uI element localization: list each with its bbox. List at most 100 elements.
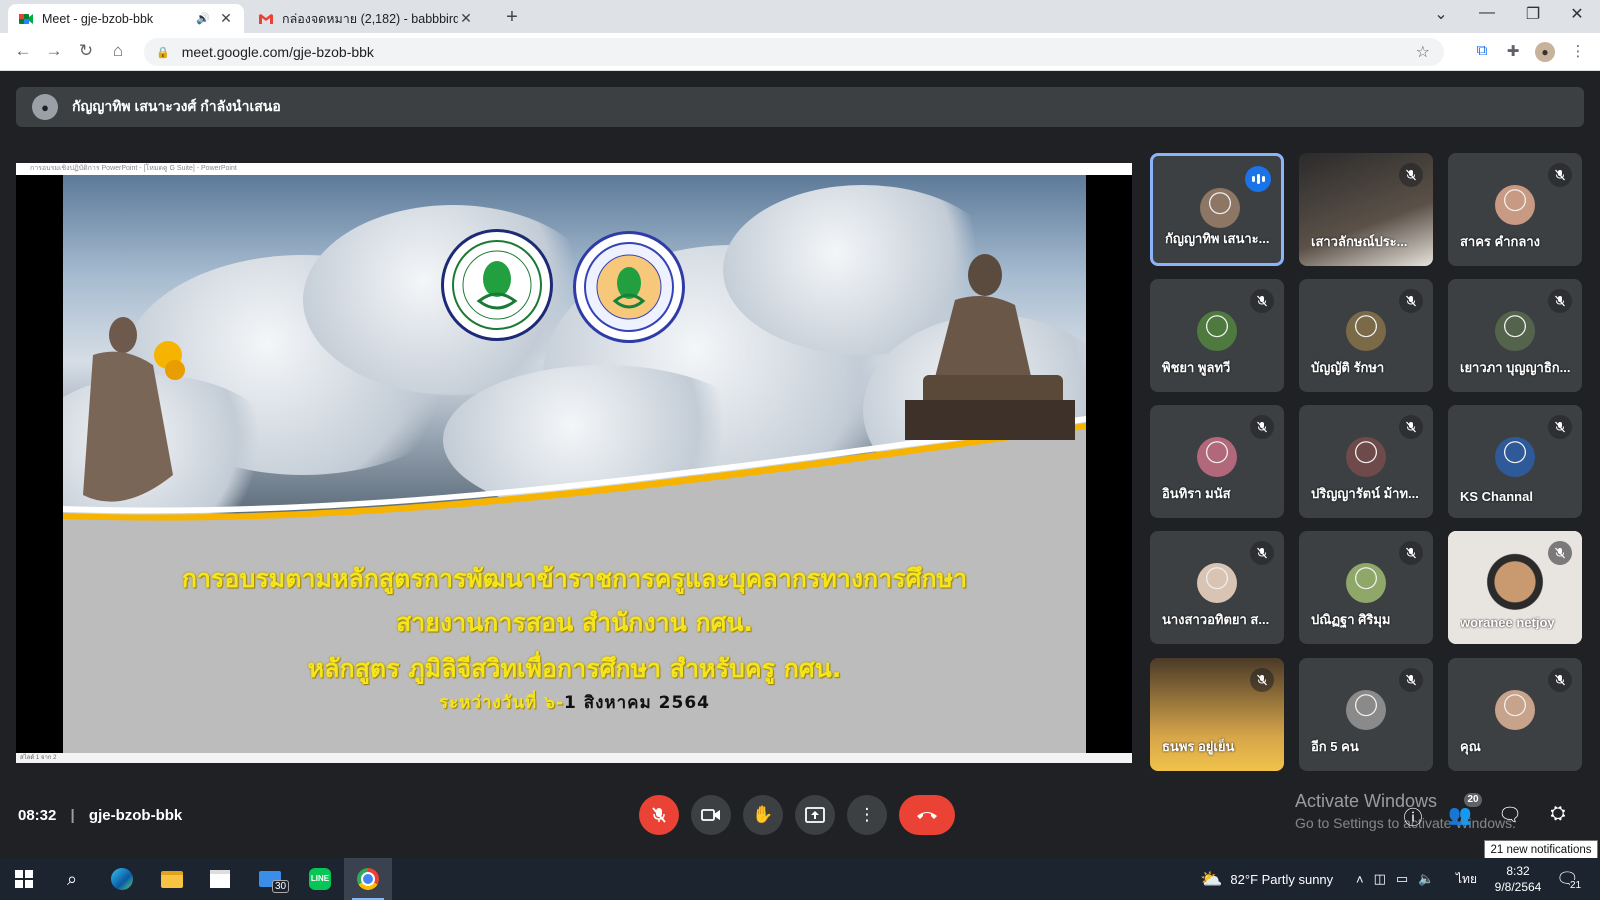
google-meet-icon <box>19 13 33 24</box>
kinnari-statue-image <box>83 317 185 502</box>
presented-window-title: การอบรมเชิงปฏิบัติการ PowerPoint - [โหมด… <box>16 163 1132 175</box>
tab-search-icon[interactable]: ⌄ <box>1426 4 1456 24</box>
lock-icon[interactable]: 🔒 <box>156 46 170 59</box>
hang-up-icon <box>917 812 937 819</box>
translate-extension-icon[interactable]: ⧉ <box>1472 42 1492 62</box>
raise-hand-button[interactable]: ✋ <box>743 795 783 835</box>
url-text: meet.google.com/gje-bzob-bbk <box>181 44 374 60</box>
participant-tile[interactable]: เสาวลักษณ์ประ... <box>1299 153 1433 266</box>
camera-tray-icon[interactable]: ◫ <box>1374 871 1386 887</box>
slide: การอบรมตามหลักสูตรการพัฒนาข้าราชการครูแล… <box>63 175 1086 753</box>
participant-avatar <box>1197 563 1237 603</box>
participant-avatar <box>1495 311 1535 351</box>
participant-tile[interactable]: กัญญาทิพ เสนาะ... <box>1150 153 1284 266</box>
forward-icon[interactable]: → <box>43 41 65 61</box>
close-icon[interactable]: ✕ <box>458 10 474 27</box>
meet-window: ● กัญญาทิพ เสนาะวงศ์ กำลังนำเสนอ การอบรม… <box>0 71 1600 858</box>
line-app-icon[interactable]: LINE <box>296 858 344 900</box>
extensions-puzzle-icon[interactable]: ✚ <box>1503 42 1523 62</box>
taskbar-clock[interactable]: 8:32 9/8/2564 <box>1490 858 1546 900</box>
present-now-button[interactable] <box>795 795 835 835</box>
participants-count-badge: 20 <box>1464 793 1482 807</box>
camera-toggle-button[interactable] <box>691 795 731 835</box>
participant-tile[interactable]: อินทิรา มนัส <box>1150 405 1284 518</box>
mic-muted-icon <box>1548 415 1572 439</box>
address-bar[interactable]: 🔒 meet.google.com/gje-bzob-bbk ☆ <box>144 38 1444 66</box>
home-icon[interactable]: ⌂ <box>107 41 129 61</box>
meeting-info-icon[interactable]: ⓘ <box>1400 803 1426 829</box>
bookmark-star-icon[interactable]: ☆ <box>1416 42 1430 62</box>
mic-toggle-button[interactable] <box>639 795 679 835</box>
windows-start-icon[interactable] <box>0 858 48 900</box>
meeting-code: gje-bzob-bbk <box>88 807 183 824</box>
mail-icon[interactable]: 30 <box>246 858 294 900</box>
volume-icon[interactable]: 🔈 <box>1418 871 1434 887</box>
file-explorer-icon[interactable] <box>148 858 196 900</box>
chevron-up-icon[interactable]: ˄ <box>1356 872 1364 887</box>
participant-tile[interactable]: ปริญญารัตน์ ม้าท... <box>1299 405 1433 518</box>
edge-icon[interactable] <box>98 858 146 900</box>
minimize-icon[interactable]: — <box>1472 4 1502 22</box>
action-center-icon[interactable]: 🗨 21 <box>1556 858 1582 900</box>
participant-tile[interactable]: อีก 5 คน <box>1299 658 1433 771</box>
participant-name: เยาวภา บุญญาธิก... <box>1460 360 1571 375</box>
store-icon[interactable] <box>196 858 244 900</box>
input-language-indicator[interactable]: ไทย <box>1456 858 1477 900</box>
mic-muted-icon <box>1548 163 1572 187</box>
participant-avatar <box>1495 185 1535 225</box>
participant-tile[interactable]: สาคร คำกลาง <box>1448 153 1582 266</box>
participant-tile[interactable]: เยาวภา บุญญาธิก... <box>1448 279 1582 392</box>
participant-name: woranee netjoy <box>1460 615 1555 630</box>
meeting-details[interactable]: 08:32 | gje-bzob-bbk <box>18 807 182 824</box>
search-icon[interactable]: ⌕ <box>48 858 96 900</box>
presented-window-statusbar: สไลด์ 1 จาก 2 <box>16 753 1132 763</box>
participant-tile[interactable]: woranee netjoy <box>1448 531 1582 644</box>
maximize-icon[interactable]: ❐ <box>1518 4 1548 24</box>
participant-name: KS Channal <box>1460 489 1533 504</box>
participant-name: บัญญัติ รักษา <box>1311 360 1385 375</box>
close-icon[interactable]: ✕ <box>218 10 234 27</box>
mic-muted-icon <box>1399 289 1423 313</box>
windows-taskbar: ⌕ 30 LINE ⛅ 82°F Partly sunny ˄ ◫ ▭ 🔈 ไท… <box>0 858 1600 900</box>
browser-toolbar: ← → ↻ ⌂ 🔒 meet.google.com/gje-bzob-bbk ☆… <box>0 33 1600 71</box>
mic-muted-icon <box>1548 668 1572 692</box>
back-icon[interactable]: ← <box>12 41 34 61</box>
participant-tile[interactable]: พิชยา พูลทวี <box>1150 279 1284 392</box>
mic-off-icon <box>652 807 666 823</box>
participant-avatar <box>1197 311 1237 351</box>
participant-tile[interactable]: ธนพร อยู่เย็น <box>1150 658 1284 771</box>
activities-icon[interactable]: ⛭ <box>1545 803 1571 829</box>
participant-name: นางสาวอทิตยา ส... <box>1162 612 1270 627</box>
close-window-icon[interactable]: ✕ <box>1562 4 1592 24</box>
presenter-banner: ● กัญญาทิพ เสนาะวงศ์ กำลังนำเสนอ <box>16 87 1584 127</box>
network-icon[interactable]: ▭ <box>1396 871 1408 887</box>
participant-name: สาคร คำกลาง <box>1460 234 1541 249</box>
participant-name: ปณิฏฐา ศิริมุม <box>1311 612 1391 627</box>
chrome-menu-icon[interactable]: ⋮ <box>1568 42 1588 62</box>
presentation-stage[interactable]: การอบรมเชิงปฏิบัติการ PowerPoint - [โหมด… <box>16 163 1132 763</box>
taskbar-time: 8:32 <box>1506 864 1530 878</box>
participant-tile[interactable]: KS Channal <box>1448 405 1582 518</box>
profile-avatar[interactable]: ● <box>1535 42 1555 62</box>
mic-muted-icon <box>1548 541 1572 565</box>
slide-title-line3: หลักสูตร ภูมิลิจีสวิทเพื่อการศึกษา สำหรั… <box>307 654 842 683</box>
chrome-taskbar-icon[interactable] <box>344 858 392 900</box>
participant-tile[interactable]: คุณ <box>1448 658 1582 771</box>
chat-icon[interactable]: 🗨 <box>1497 803 1523 829</box>
tab-meet[interactable]: Meet - gje-bzob-bbk 🔊 ✕ <box>8 4 244 33</box>
reload-icon[interactable]: ↻ <box>75 41 97 61</box>
tab-gmail[interactable]: กล่องจดหมาย (2,182) - babbbirdbi ✕ <box>248 4 484 33</box>
more-options-button[interactable]: ⋮ <box>847 795 887 835</box>
new-tab-button[interactable]: + <box>500 6 524 29</box>
participant-avatar <box>1346 563 1386 603</box>
speaker-icon[interactable]: 🔊 <box>196 12 210 25</box>
participant-tile[interactable]: นางสาวอทิตยา ส... <box>1150 531 1284 644</box>
weather-widget[interactable]: ⛅ 82°F Partly sunny <box>1200 858 1333 900</box>
camera-icon <box>701 809 720 821</box>
leave-call-button[interactable] <box>899 795 955 835</box>
participant-tile[interactable]: ปณิฏฐา ศิริมุม <box>1299 531 1433 644</box>
system-tray-icons[interactable]: ˄ ◫ ▭ 🔈 <box>1356 858 1434 900</box>
speaking-indicator-icon <box>1245 166 1271 192</box>
notifications-tooltip: 21 new notifications <box>1484 840 1598 860</box>
participant-tile[interactable]: บัญญัติ รักษา <box>1299 279 1433 392</box>
